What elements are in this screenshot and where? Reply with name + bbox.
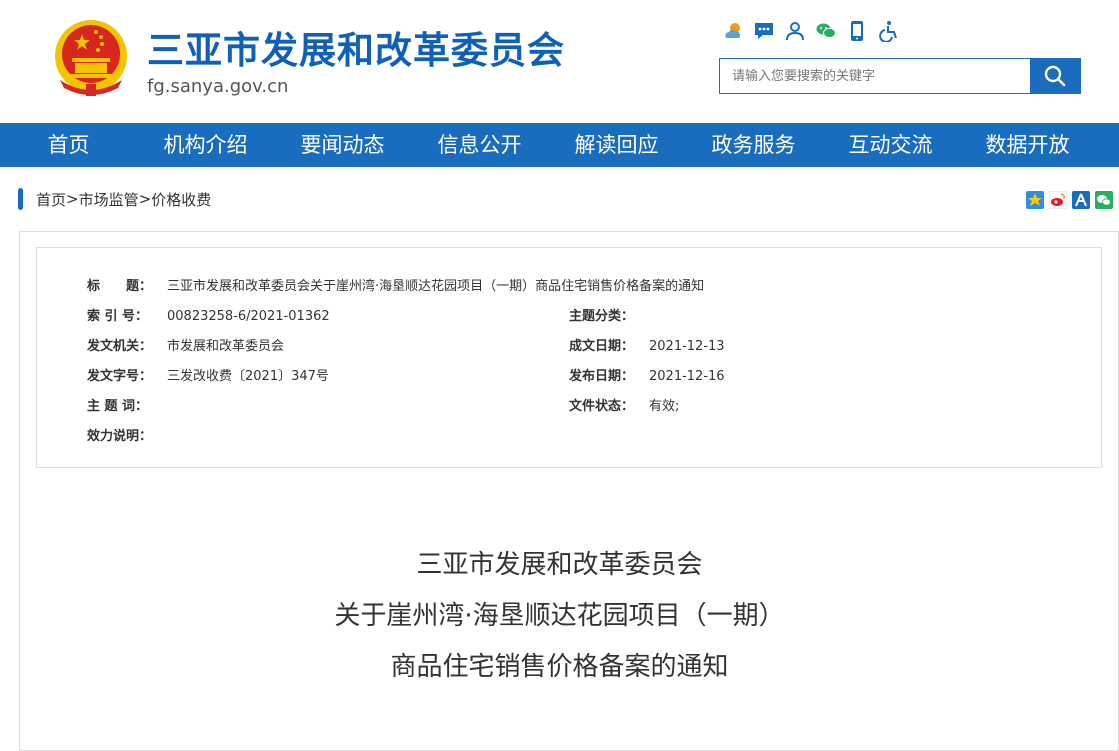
document-meta-table: 标 题： 三亚市发展和改革委员会关于崖州湾·海垦顺达花园项目（一期）商品住宅销售价… (36, 247, 1102, 468)
share-bar (1026, 190, 1113, 210)
site-header: 三亚市发展和改革委员会 fg.sanya.gov.cn (0, 0, 1119, 123)
nav-item-open-data[interactable]: 数据开放 (959, 123, 1096, 167)
weather-icon[interactable] (722, 20, 744, 42)
site-title[interactable]: 三亚市发展和改革委员会 (147, 20, 565, 74)
meta-row-issuer: 发文机关： 市发展和改革委员会 (87, 335, 284, 354)
national-emblem-icon (55, 20, 127, 96)
breadcrumb-marker (18, 188, 23, 210)
meta-label: 索 引 号： (87, 309, 149, 324)
qzone-icon[interactable] (1026, 191, 1044, 209)
document-title-line3: 商品住宅销售价格备案的通知 (390, 652, 729, 682)
meta-label: 发文机关： (87, 339, 153, 354)
meta-row-title: 标 题： 三亚市发展和改革委员会关于崖州湾·海垦顺达花园项目（一期）商品住宅销售价… (87, 275, 704, 294)
search-icon (1044, 65, 1066, 87)
user-icon[interactable] (784, 20, 806, 42)
meta-label: 发文字号： (87, 369, 153, 384)
wechat-icon[interactable] (815, 20, 837, 42)
meta-label: 主 题 词： (87, 399, 149, 414)
weibo-icon[interactable] (1048, 190, 1068, 210)
main-nav: 首页 机构介绍 要闻动态 信息公开 解读回应 政务服务 互动交流 数据开放 (0, 123, 1119, 167)
meta-row-doc-number: 发文字号： 三发改收费〔2021〕347号 (87, 365, 329, 384)
header-tools (722, 20, 899, 42)
accessibility-icon[interactable] (877, 20, 899, 42)
meta-label: 标 题： (87, 279, 153, 294)
meta-row-status: 文件状态： 有效; (569, 395, 679, 414)
breadcrumb-level2[interactable]: 价格收费 (151, 189, 211, 210)
search-input[interactable] (720, 59, 1030, 93)
meta-value: 2021-12-13 (649, 339, 725, 354)
meta-label: 成文日期： (569, 339, 635, 354)
breadcrumb-home[interactable]: 首页 (36, 189, 66, 210)
meta-row-index: 索 引 号： 00823258-6/2021-01362 (87, 305, 330, 324)
nav-item-news[interactable]: 要闻动态 (274, 123, 411, 167)
mobile-icon[interactable] (846, 20, 868, 42)
meta-row-keywords: 主 题 词： (87, 395, 167, 414)
meta-label: 主题分类： (569, 309, 635, 324)
message-icon[interactable] (753, 20, 775, 42)
meta-row-category: 主题分类： (569, 305, 649, 324)
meta-value: 2021-12-16 (649, 369, 725, 384)
breadcrumb-level1[interactable]: 市场监管 (79, 189, 139, 210)
meta-row-written-date: 成文日期： 2021-12-13 (569, 335, 725, 354)
nav-item-disclosure[interactable]: 信息公开 (411, 123, 548, 167)
document-title-line1: 三亚市发展和改革委员会 (416, 550, 703, 580)
site-domain: fg.sanya.gov.cn (147, 76, 289, 97)
nav-item-interpretation[interactable]: 解读回应 (548, 123, 685, 167)
nav-item-interaction[interactable]: 互动交流 (822, 123, 959, 167)
meta-label: 发布日期： (569, 369, 635, 384)
meta-label: 效力说明： (87, 429, 153, 444)
meta-row-publish-date: 发布日期： 2021-12-16 (569, 365, 725, 384)
meta-value: 三亚市发展和改革委员会关于崖州湾·海垦顺达花园项目（一期）商品住宅销售价格备案的… (167, 279, 705, 294)
nav-item-home[interactable]: 首页 (0, 123, 137, 167)
meta-value: 市发展和改革委员会 (167, 339, 285, 354)
wechat-share-icon[interactable] (1095, 191, 1113, 209)
breadcrumb-separator: > (138, 190, 152, 208)
search-button[interactable] (1030, 59, 1080, 93)
document-title: 三亚市发展和改革委员会 关于崖州湾·海垦顺达花园项目（一期） 商品住宅销售价格备… (0, 540, 1119, 693)
meta-value: 三发改收费〔2021〕347号 (167, 369, 329, 384)
nav-item-services[interactable]: 政务服务 (685, 123, 822, 167)
meta-value: 00823258-6/2021-01362 (167, 309, 330, 324)
meta-value: 有效; (649, 399, 680, 414)
document-title-line2: 关于崖州湾·海垦顺达花园项目（一期） (334, 601, 785, 631)
meta-row-validity: 效力说明： (87, 425, 167, 444)
breadcrumb-separator: > (66, 190, 79, 208)
breadcrumb: 首页 > 市场监管 > 价格收费 (18, 187, 211, 211)
nav-item-about[interactable]: 机构介绍 (137, 123, 274, 167)
renren-icon[interactable] (1072, 191, 1090, 209)
meta-label: 文件状态： (569, 399, 635, 414)
search-box (719, 58, 1081, 94)
